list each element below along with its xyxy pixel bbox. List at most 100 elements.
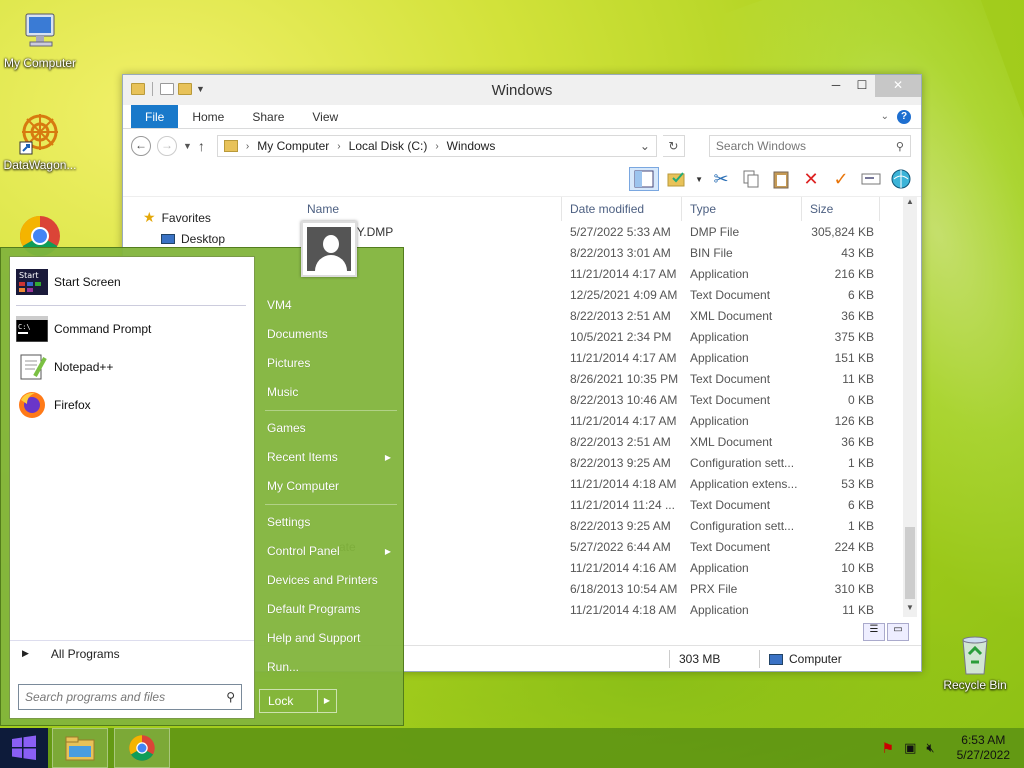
taskbar-file-explorer[interactable]	[52, 728, 108, 768]
column-header-date[interactable]: Date modified	[562, 197, 682, 221]
breadcrumb-my-computer[interactable]: My Computer	[257, 139, 329, 153]
up-button[interactable]: ↑	[198, 138, 205, 154]
desktop-icon-recycle-bin[interactable]: Recycle Bin	[935, 632, 1015, 692]
copy-icon[interactable]	[739, 167, 763, 191]
system-tray: ⚑ ▣ 🔇︎ 6:53 AM 5/27/2022	[882, 728, 1010, 768]
address-bar[interactable]: › My Computer › Local Disk (C:) › Window…	[216, 135, 657, 157]
preview-pane-icon[interactable]	[629, 167, 660, 191]
svg-text:Start: Start	[19, 271, 39, 280]
start-item-label: Start Screen	[54, 275, 121, 289]
start-item-notepadpp[interactable]: Notepad++	[10, 348, 254, 386]
breadcrumb-local-disk[interactable]: Local Disk (C:)	[349, 139, 428, 153]
chevron-down-icon[interactable]: ⌄	[640, 139, 650, 153]
cut-icon[interactable]: ✂	[709, 167, 733, 191]
column-header-name[interactable]: Name	[299, 197, 562, 221]
start-link-settings[interactable]: Settings	[259, 508, 403, 537]
tab-file[interactable]: File	[131, 105, 179, 128]
nav-item-favorites[interactable]: ★ Favorites	[143, 207, 225, 228]
desktop-icon-label: Recycle Bin	[943, 678, 1007, 692]
search-input[interactable]: Search Windows ⚲	[708, 135, 911, 157]
start-link-devices-printers[interactable]: Devices and Printers	[259, 566, 403, 595]
tab-view[interactable]: View	[298, 105, 352, 128]
large-icons-view-icon[interactable]: ▭	[887, 623, 909, 641]
start-item-command-prompt[interactable]: C:\ Command Prompt	[10, 310, 254, 348]
start-search-input[interactable]: Search programs and files ⚲	[18, 684, 242, 710]
expand-ribbon-icon[interactable]: ⌄	[881, 105, 889, 128]
command-prompt-icon: C:\	[16, 313, 48, 345]
maximize-button[interactable]: ☐	[849, 75, 875, 97]
power-options-arrow-icon[interactable]: ▶	[318, 690, 336, 712]
file-date-modified: 8/22/2013 9:25 AM	[570, 518, 671, 533]
desktop-icon-datawagon[interactable]: DataWagon...	[0, 112, 80, 172]
start-link-recent-items[interactable]: Recent Items ▶	[259, 443, 403, 472]
network-icon[interactable]: ▣	[904, 740, 916, 756]
vertical-scrollbar[interactable]: ▲ ▼	[903, 197, 917, 617]
notepadpp-icon	[16, 351, 48, 383]
file-date-modified: 11/21/2014 4:17 AM	[570, 413, 677, 428]
breadcrumb-windows[interactable]: Windows	[447, 139, 496, 153]
user-avatar[interactable]	[301, 221, 357, 277]
status-size: 303 MB	[679, 652, 721, 666]
tab-home[interactable]: Home	[178, 105, 238, 128]
search-icon[interactable]: ⚲	[226, 690, 235, 704]
start-link-vm4[interactable]: VM4	[259, 291, 403, 320]
scroll-up-icon[interactable]: ▲	[903, 197, 917, 211]
chevron-right-icon[interactable]: ›	[337, 141, 340, 152]
start-link-games[interactable]: Games	[259, 414, 403, 443]
chevron-right-icon[interactable]: ›	[435, 141, 438, 152]
column-header-size[interactable]: Size	[802, 197, 880, 221]
close-button[interactable]: ✕	[875, 75, 921, 97]
chevron-down-icon[interactable]: ▼	[695, 175, 703, 184]
refresh-button[interactable]: ↻	[662, 135, 685, 157]
file-date-modified: 11/21/2014 4:18 AM	[570, 476, 677, 491]
nav-item-desktop[interactable]: Desktop	[143, 228, 225, 249]
start-link-music[interactable]: Music	[259, 378, 403, 407]
paste-icon[interactable]	[769, 167, 793, 191]
start-link-run[interactable]: Run...	[259, 653, 403, 682]
file-date-modified: 10/5/2021 2:34 PM	[570, 329, 672, 344]
clock[interactable]: 6:53 AM 5/27/2022	[957, 733, 1010, 763]
desktop-icon-my-computer[interactable]: My Computer	[0, 10, 80, 70]
globe-icon[interactable]	[889, 167, 913, 191]
lock-button[interactable]: Lock	[260, 690, 318, 712]
help-icon[interactable]: ?	[897, 110, 911, 124]
start-link-default-programs[interactable]: Default Programs	[259, 595, 403, 624]
checkmark-folder-icon[interactable]	[665, 167, 689, 191]
minimize-button[interactable]: ─	[823, 75, 849, 97]
chevron-right-icon[interactable]: ›	[246, 141, 249, 152]
file-row[interactable]: ...ORY.DMP 5/27/2022 5:33 AM DMP File 305,8…	[299, 221, 901, 242]
scroll-down-icon[interactable]: ▼	[903, 603, 917, 617]
file-size: 43 KB	[841, 245, 874, 260]
navigation-bar: ← → ▼ ↑ › My Computer › Local Disk (C:) …	[123, 129, 921, 163]
file-type: Application	[690, 350, 749, 365]
start-link-pictures[interactable]: Pictures	[259, 349, 403, 378]
file-type: Text Document	[690, 371, 771, 386]
taskbar-chrome[interactable]	[114, 728, 170, 768]
file-size: 36 KB	[841, 308, 874, 323]
file-type: Text Document	[690, 497, 771, 512]
start-link-control-panel[interactable]: Control Panel ▶	[259, 537, 403, 566]
back-button[interactable]: ←	[131, 136, 151, 156]
start-link-documents[interactable]: Documents	[259, 320, 403, 349]
start-link-help-support[interactable]: Help and Support	[259, 624, 403, 653]
start-item-start-screen[interactable]: Start Start Screen	[10, 263, 254, 301]
recent-locations-icon[interactable]: ▼	[183, 141, 192, 151]
speaker-muted-icon[interactable]: 🔇︎	[926, 740, 934, 756]
start-item-firefox[interactable]: Firefox	[10, 386, 254, 424]
all-programs-button[interactable]: ▶ All Programs	[10, 640, 254, 666]
forward-button[interactable]: →	[157, 136, 177, 156]
search-icon[interactable]: ⚲	[896, 140, 904, 153]
start-link-my-computer[interactable]: My Computer	[259, 472, 403, 501]
scroll-thumb[interactable]	[905, 527, 915, 599]
start-button[interactable]	[0, 728, 48, 768]
view-buttons: ☰ ▭	[863, 623, 909, 641]
delete-icon[interactable]: ✕	[799, 167, 823, 191]
action-center-flag-icon[interactable]: ⚑	[882, 740, 895, 757]
title-bar[interactable]: ▼ Windows ─ ☐ ✕	[123, 75, 921, 105]
checkmark-icon[interactable]: ✓	[829, 167, 853, 191]
computer-icon	[18, 10, 62, 54]
rename-icon[interactable]	[859, 167, 883, 191]
details-view-icon[interactable]: ☰	[863, 623, 885, 641]
tab-share[interactable]: Share	[238, 105, 298, 128]
column-header-type[interactable]: Type	[682, 197, 802, 221]
